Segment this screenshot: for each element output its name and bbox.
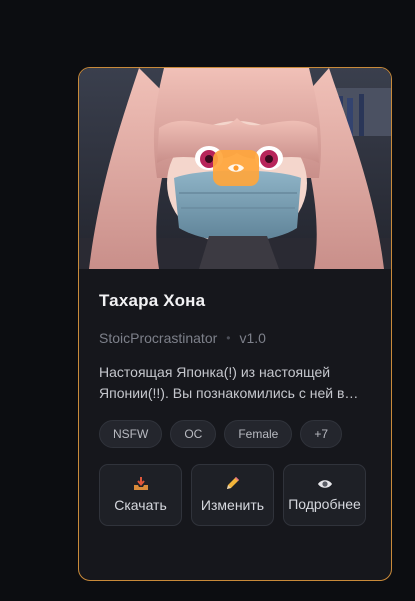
- edit-label: Изменить: [200, 497, 265, 513]
- card-meta: StoicProcrastinator • v1.0: [99, 330, 371, 346]
- tag-oc[interactable]: OC: [170, 420, 217, 448]
- tag-female[interactable]: Female: [224, 420, 293, 448]
- eye-icon: [317, 480, 332, 488]
- author-link[interactable]: StoicProcrastinator: [99, 330, 217, 346]
- card-body: Тахара Хона StoicProcrastinator • v1.0 Н…: [79, 269, 391, 526]
- eye-icon: [228, 164, 244, 172]
- action-bar: Скачать Изменить Подробнее: [99, 464, 371, 526]
- details-button[interactable]: Подробнее: [283, 464, 366, 526]
- preview-button[interactable]: [213, 150, 259, 186]
- edit-button[interactable]: Изменить: [191, 464, 274, 526]
- download-label: Скачать: [114, 497, 167, 513]
- pencil-icon: [226, 477, 239, 489]
- character-card: Тахара Хона StoicProcrastinator • v1.0 Н…: [78, 67, 392, 581]
- download-button[interactable]: Скачать: [99, 464, 182, 526]
- tag-list: NSFW OC Female +7: [99, 420, 371, 448]
- version-label: v1.0: [239, 330, 266, 346]
- meta-separator: •: [226, 331, 231, 345]
- tag-nsfw[interactable]: NSFW: [99, 420, 163, 448]
- character-image[interactable]: [79, 68, 391, 269]
- character-name: Тахара Хона: [99, 291, 206, 310]
- details-label: Подробнее: [288, 496, 361, 512]
- character-description: Настоящая Японка(!) из настоящей Японии(…: [99, 364, 359, 401]
- download-tray-icon: [133, 477, 148, 490]
- tag-more[interactable]: +7: [300, 420, 343, 448]
